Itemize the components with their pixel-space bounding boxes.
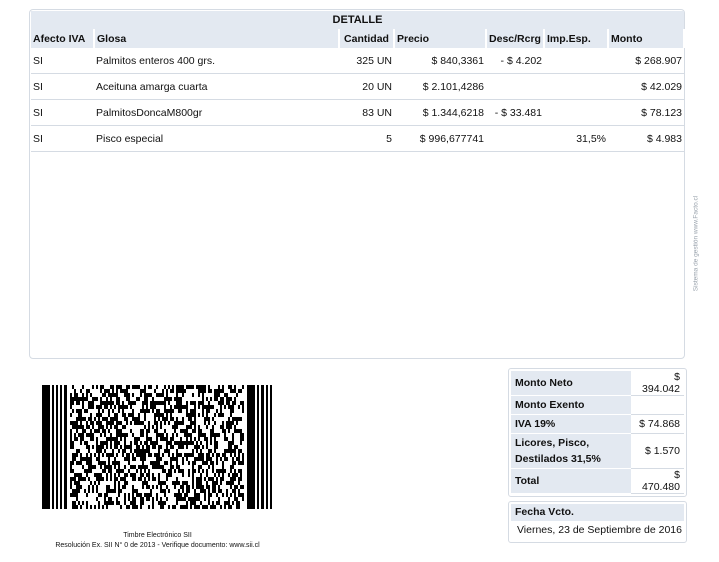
fecha-vcto-value: Viernes, 23 de Septiembre de 2016 — [516, 524, 682, 536]
cell-desc: - $ 33.481 — [486, 99, 544, 126]
col-imp-esp: Imp.Esp. — [544, 29, 609, 48]
cell-cantidad: 83 UN — [339, 99, 394, 126]
monto-exento-value — [631, 395, 684, 415]
cell-afecto: SI — [31, 73, 94, 100]
cell-cantidad: 20 UN — [339, 73, 394, 100]
iva-label: IVA 19% — [511, 414, 631, 434]
table-row: SI Pisco especial 5 $ 996,677741 31,5% $… — [31, 125, 684, 152]
cell-glosa: Aceituna amarga cuarta — [94, 73, 339, 100]
col-monto: Monto — [608, 29, 685, 48]
timbre-line-2: Resolución Ex. SII N° 0 de 2013 - Verifi… — [55, 542, 260, 549]
licores-label-line-1: Licores, Pisco, — [515, 437, 590, 449]
cell-monto: $ 268.907 — [608, 48, 684, 74]
cell-imp — [544, 48, 608, 74]
totals-row-total: Total $ 470.480 — [511, 468, 684, 494]
totals-row-iva: IVA 19% $ 74.868 — [511, 414, 684, 434]
licores-label: Licores, Pisco, Destilados 31,5% — [511, 433, 631, 469]
cell-precio: $ 2.101,4286 — [394, 73, 486, 100]
cell-glosa: PalmitosDoncaM800gr — [94, 99, 339, 126]
table-row: SI Palmitos enteros 400 grs. 325 UN $ 84… — [31, 48, 684, 74]
col-cantidad: Cantidad — [339, 29, 395, 48]
totals-row-licores: Licores, Pisco, Destilados 31,5% $ 1.570 — [511, 433, 684, 469]
cell-glosa: Palmitos enteros 400 grs. — [94, 48, 339, 74]
table-row: SI PalmitosDoncaM800gr 83 UN $ 1.344,621… — [31, 99, 684, 126]
col-afecto-iva: Afecto IVA — [31, 29, 95, 48]
totals-row-neto: Monto Neto $ 394.042 — [511, 371, 684, 396]
cell-afecto: SI — [31, 48, 94, 74]
cell-afecto: SI — [31, 125, 94, 152]
cell-desc — [486, 73, 544, 100]
cell-precio: $ 840,3361 — [394, 48, 486, 74]
table-header-row: Afecto IVA Glosa Cantidad Precio Desc/Rc… — [31, 29, 685, 48]
col-glosa: Glosa — [94, 29, 340, 48]
cell-imp — [544, 73, 608, 100]
totals-row-exento: Monto Exento — [511, 395, 684, 415]
monto-neto-value: $ 394.042 — [631, 371, 684, 396]
monto-exento-label: Monto Exento — [511, 395, 631, 415]
fecha-vcto-label: Fecha Vcto. — [511, 504, 684, 521]
timbre-line-1: Timbre Electrónico SII — [123, 532, 192, 539]
licores-value: $ 1.570 — [631, 433, 684, 469]
pdf417-barcode — [42, 385, 272, 509]
cell-imp — [544, 99, 608, 126]
detail-table: Afecto IVA Glosa Cantidad Precio Desc/Rc… — [31, 29, 685, 152]
cell-glosa: Pisco especial — [94, 125, 339, 152]
cell-monto: $ 42.029 — [608, 73, 684, 100]
col-desc-rcrg: Desc/Rcrg — [486, 29, 545, 48]
iva-value: $ 74.868 — [631, 414, 684, 434]
cell-desc — [486, 125, 544, 152]
cell-precio: $ 996,677741 — [394, 125, 486, 152]
table-row: SI Aceituna amarga cuarta 20 UN $ 2.101,… — [31, 73, 684, 100]
side-credit: Sistema de gestión www.Facto.cl — [686, 190, 700, 300]
cell-imp: 31,5% — [544, 125, 608, 152]
timbre-caption: Timbre Electrónico SII Resolución Ex. SI… — [30, 531, 285, 551]
detail-title: DETALLE — [31, 11, 684, 29]
licores-label-line-2: Destilados 31,5% — [515, 453, 601, 465]
cell-cantidad: 325 UN — [339, 48, 394, 74]
cell-precio: $ 1.344,6218 — [394, 99, 486, 126]
col-precio: Precio — [394, 29, 487, 48]
cell-afecto: SI — [31, 99, 94, 126]
monto-neto-label: Monto Neto — [511, 371, 631, 396]
side-credit-text: Sistema de gestión www.Facto.cl — [692, 195, 700, 292]
cell-desc: - $ 4.202 — [486, 48, 544, 74]
totals-box: Monto Neto $ 394.042 Monto Exento IVA 19… — [508, 368, 687, 497]
total-value: $ 470.480 — [631, 468, 684, 494]
vencimiento-box: Fecha Vcto. Viernes, 23 de Septiembre de… — [508, 501, 687, 543]
cell-monto: $ 4.983 — [608, 125, 684, 152]
total-label: Total — [511, 468, 631, 494]
cell-monto: $ 78.123 — [608, 99, 684, 126]
cell-cantidad: 5 — [339, 125, 394, 152]
